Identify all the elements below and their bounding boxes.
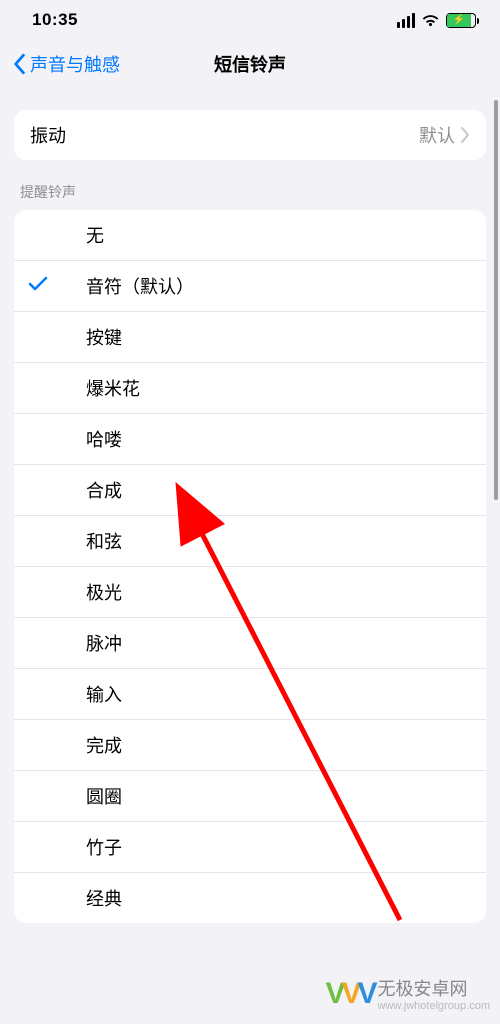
ringtone-label: 完成 [30,732,122,758]
scroll-indicator [494,100,498,500]
ringtone-label: 哈喽 [30,426,122,452]
page-title: 短信铃声 [214,51,286,77]
ringtone-row[interactable]: 合成 [14,465,486,516]
watermark-url: www.jwhotelgroup.com [378,1001,491,1012]
ringtone-row[interactable]: 圆圈 [14,771,486,822]
chevron-right-icon [461,127,470,143]
ringtone-row[interactable]: 爆米花 [14,363,486,414]
charging-bolt-icon: ⚡ [453,15,465,26]
nav-header: 声音与触感 短信铃声 [0,40,500,88]
vibration-value: 默认 [419,122,455,148]
ringtone-row[interactable]: 按键 [14,312,486,363]
status-right: ⚡ [397,13,476,28]
vibration-row[interactable]: 振动 默认 [14,110,486,160]
ringtone-row[interactable]: 竹子 [14,822,486,873]
vibration-label: 振动 [30,122,419,148]
watermark-brand: 无极安卓网 [378,979,468,999]
ringtone-label: 和弦 [30,528,122,554]
ringtones-section: 提醒铃声 无音符（默认） 按键爆米花哈喽合成和弦极光脉冲输入完成圆圈竹子经典 [14,182,486,923]
ringtone-row[interactable]: 哈喽 [14,414,486,465]
ringtone-label: 爆米花 [30,375,140,401]
ringtone-label: 按键 [30,324,122,350]
ringtone-label: 输入 [30,681,122,707]
ringtone-label: 脉冲 [30,630,122,656]
ringtone-row[interactable]: 和弦 [14,516,486,567]
ringtone-label: 音符（默认） [30,273,194,299]
status-time: 10:35 [32,10,78,30]
checkmark-icon [28,275,48,298]
ringtone-row[interactable]: 音符（默认） [14,261,486,312]
ringtone-row[interactable]: 无 [14,210,486,261]
cellular-signal-icon [397,13,415,28]
ringtone-label: 经典 [30,885,122,911]
status-bar: 10:35 ⚡ [0,0,500,40]
ringtone-row[interactable]: 输入 [14,669,486,720]
ringtone-label: 竹子 [30,834,122,860]
ringtone-row[interactable]: 经典 [14,873,486,923]
ringtone-row[interactable]: 极光 [14,567,486,618]
ringtone-label: 圆圈 [30,783,122,809]
vibration-section: 振动 默认 [14,110,486,160]
ringtones-header: 提醒铃声 [14,182,486,210]
ringtone-row[interactable]: 脉冲 [14,618,486,669]
watermark: VVV 无极安卓网 www.jwhotelgroup.com [325,975,490,1012]
chevron-left-icon [12,53,26,75]
battery-icon: ⚡ [446,13,476,28]
ringtone-label: 无 [30,222,104,248]
back-button[interactable]: 声音与触感 [12,51,120,77]
watermark-logo-icon: VVV [325,977,373,1011]
ringtone-list: 无音符（默认） 按键爆米花哈喽合成和弦极光脉冲输入完成圆圈竹子经典 [14,210,486,923]
wifi-icon [421,13,440,27]
back-label: 声音与触感 [30,51,120,77]
ringtone-row[interactable]: 完成 [14,720,486,771]
ringtone-label: 合成 [30,477,122,503]
ringtone-label: 极光 [30,579,122,605]
